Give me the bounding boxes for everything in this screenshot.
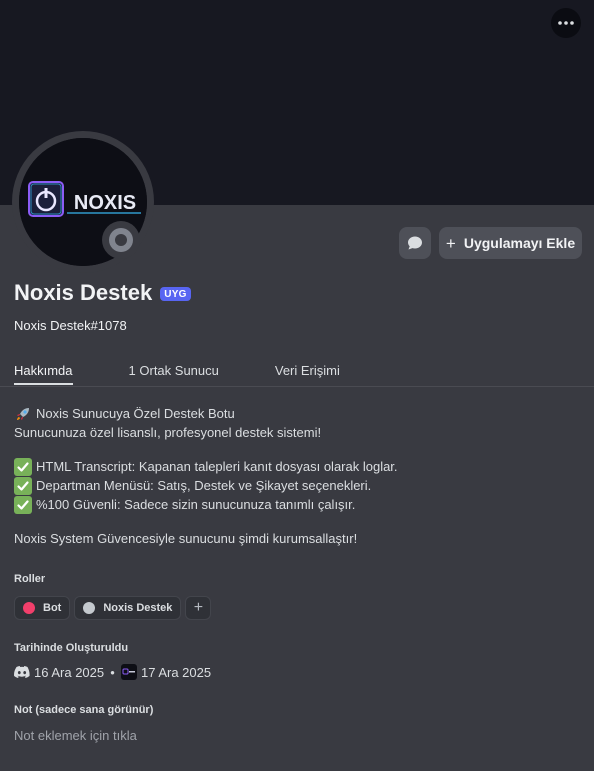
plus-icon: + — [445, 233, 456, 253]
created-dates: 16 Ara 2025 ● 17 Ara 2025 — [14, 664, 211, 680]
name-row: Noxis Destek UYG — [14, 280, 191, 306]
discord-icon — [14, 664, 30, 680]
server-icon — [120, 664, 137, 680]
rocket-icon — [14, 405, 32, 423]
add-app-label: Uygulamayı Ekle — [463, 235, 576, 251]
profile-tabs: Hakkımda 1 Ortak Sunucu Veri Erişimi — [14, 363, 340, 385]
roles-title: Roller — [14, 573, 46, 585]
role-color-dot — [83, 602, 96, 614]
roles-list: Bot Noxis Destek + — [14, 596, 212, 620]
tab-data-access[interactable]: Veri Erişimi — [275, 363, 340, 384]
check-mark-icon — [14, 476, 32, 495]
bio-feature-2: Departman Menüsü: Satış, Destek ve Şikay… — [36, 478, 372, 493]
role-noxis-destek[interactable]: Noxis Destek — [74, 596, 182, 620]
tab-mutual-servers[interactable]: 1 Ortak Sunucu — [129, 363, 219, 384]
bio-closing: Noxis System Güvencesiyle sunucunu şimdi… — [14, 531, 358, 546]
created-title: Tarihinde Oluşturuldu — [14, 642, 129, 654]
note-title: Not (sadece sana görünür) — [14, 704, 154, 716]
bio-line-1: Noxis Sunucuya Özel Destek Botu — [36, 406, 235, 421]
discord-join-date: 16 Ara 2025 — [34, 664, 105, 680]
plus-icon: + — [193, 599, 204, 616]
message-button[interactable] — [399, 227, 431, 259]
username[interactable]: Noxis Destek#1078 — [14, 318, 127, 333]
tab-divider — [0, 386, 594, 387]
bio-feature-1: HTML Transcript: Kapanan talepleri kanıt… — [36, 459, 398, 474]
role-color-dot — [23, 602, 35, 614]
role-name: Noxis Destek — [103, 602, 173, 614]
check-mark-icon — [14, 495, 32, 514]
svg-text:NOXIS: NOXIS — [74, 192, 136, 214]
app-badge: UYG — [160, 287, 191, 301]
add-app-button[interactable]: + Uygulamayı Ekle — [439, 227, 582, 259]
server-join-date: 17 Ara 2025 — [140, 664, 212, 680]
ellipsis-icon — [558, 21, 574, 25]
role-bot[interactable]: Bot — [14, 596, 71, 620]
offline-status-icon — [109, 228, 133, 252]
check-mark-icon — [14, 457, 32, 476]
separator-dot: ● — [110, 667, 115, 677]
bio-feature-3: %100 Güvenli: Sadece sizin sunucunuza ta… — [36, 497, 356, 512]
display-name: Noxis Destek — [14, 280, 153, 305]
note-input[interactable]: Not eklemek için tıkla — [14, 728, 137, 743]
bio: Noxis Sunucuya Özel Destek Botu Sunucunu… — [14, 404, 584, 548]
tab-about[interactable]: Hakkımda — [14, 363, 73, 385]
more-options-button[interactable] — [551, 8, 581, 38]
role-name: Bot — [43, 602, 62, 614]
bio-line-2: Sunucunuza özel lisanslı, profesyonel de… — [14, 425, 322, 440]
status-indicator — [102, 221, 140, 259]
add-role-button[interactable]: + — [185, 596, 212, 620]
chat-bubble-icon — [408, 236, 422, 250]
